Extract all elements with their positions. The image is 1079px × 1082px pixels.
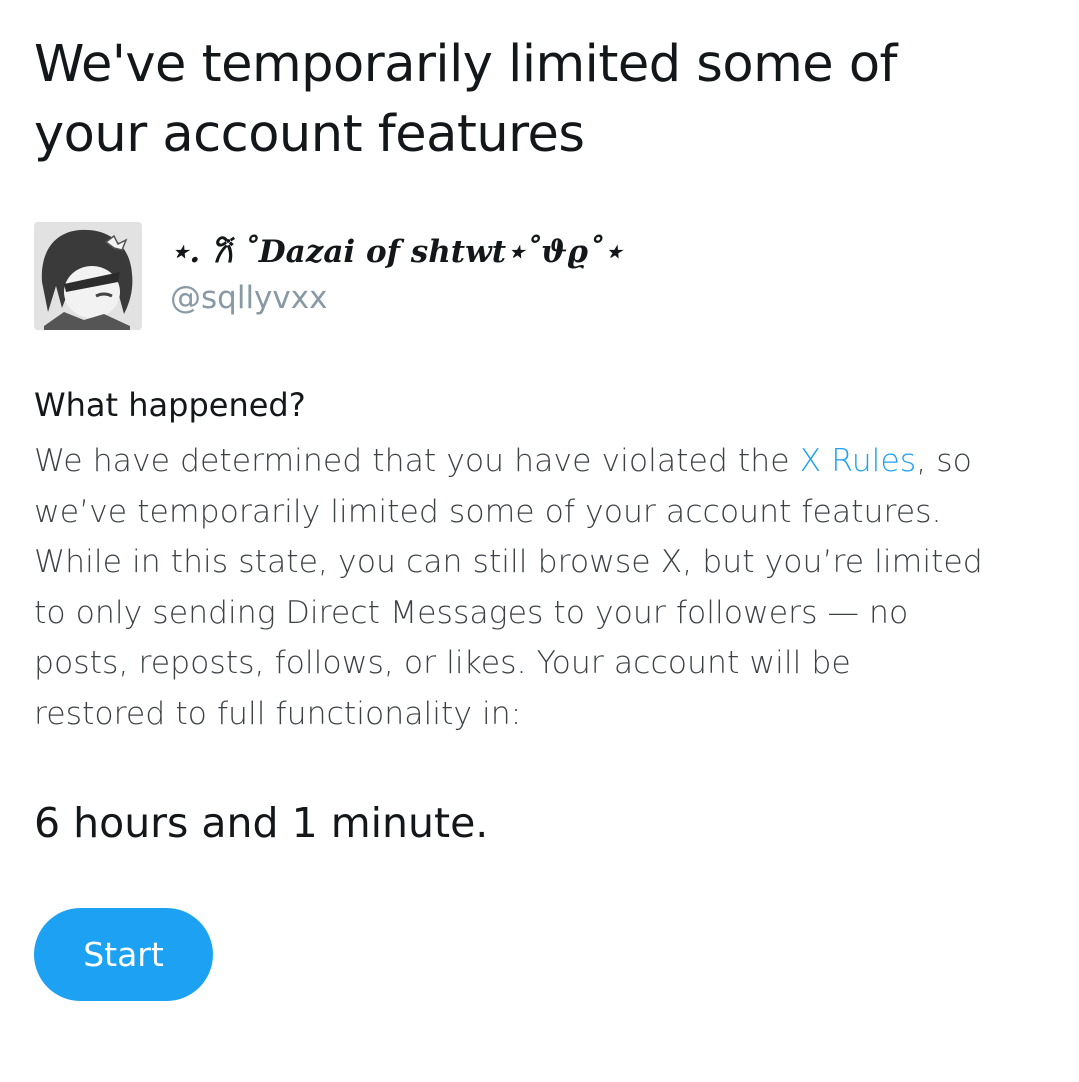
account-names: ⋆. 𐙚 ˚Dazai of shtwt⋆˚ϑϱ˚⋆ @sqllyvxx [170, 222, 623, 320]
explanation-line-1-start: We have determined that you have violate… [34, 443, 800, 479]
x-rules-link[interactable]: X Rules [800, 443, 917, 479]
explanation-line-1-end: , so [916, 443, 972, 479]
explanation-text: We have determined that you have violate… [34, 436, 1054, 739]
avatar [34, 222, 142, 330]
explanation-line-5: posts, reposts, follows, or likes. Your … [34, 645, 851, 681]
title-line-2: your account features [34, 105, 585, 164]
account-handle: @sqllyvxx [170, 280, 328, 316]
explanation-line-3: While in this state, you can still brows… [34, 544, 983, 580]
limitation-notice: We've temporarily limited some of your a… [34, 30, 1054, 1001]
title-line-1: We've temporarily limited some of [34, 35, 898, 94]
explanation-line-4: to only sending Direct Messages to your … [34, 594, 909, 631]
user-avatar-icon [34, 222, 142, 330]
explanation-line-2: we’ve temporarily limited some of your a… [34, 493, 942, 530]
explanation-line-6: restored to full functionality in: [34, 695, 522, 732]
page-title: We've temporarily limited some of your a… [34, 30, 1054, 170]
restriction-countdown: 6 hours and 1 minute. [34, 799, 489, 847]
account-card: ⋆. 𐙚 ˚Dazai of shtwt⋆˚ϑϱ˚⋆ @sqllyvxx [34, 222, 623, 330]
what-happened-heading: What happened? [34, 386, 306, 424]
display-name: ⋆. 𐙚 ˚Dazai of shtwt⋆˚ϑϱ˚⋆ [170, 234, 623, 270]
explanation-line-1: We have determined that you have violate… [34, 436, 1054, 487]
start-button[interactable]: Start [34, 908, 213, 1001]
